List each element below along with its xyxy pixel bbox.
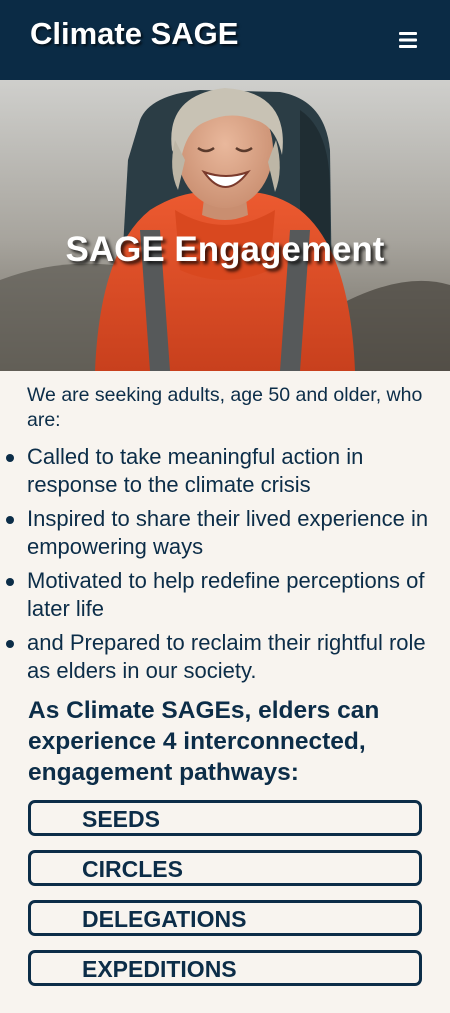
pathway-button-expeditions[interactable]: EXPEDITIONS	[28, 950, 422, 986]
qualities-list: Called to take meaningful action in resp…	[0, 443, 450, 685]
site-logo[interactable]: Climate SAGE	[30, 16, 238, 52]
top-navigation-bar: Climate SAGE	[0, 0, 450, 80]
list-item: and Prepared to reclaim their rightful r…	[0, 629, 450, 685]
hero-banner: SAGE Engagement	[0, 80, 450, 371]
main-content: We are seeking adults, age 50 and older,…	[0, 383, 450, 1000]
pathway-button-delegations[interactable]: DELEGATIONS	[28, 900, 422, 936]
pathways-heading: As Climate SAGEs, elders can experience …	[28, 697, 380, 786]
page-title: SAGE Engagement	[65, 230, 385, 269]
intro-text: We are seeking adults, age 50 and older,…	[27, 384, 423, 431]
pathways-list: SEEDS CIRCLES DELEGATIONS EXPEDITIONS	[0, 800, 450, 986]
list-item: Motivated to help redefine perceptions o…	[0, 567, 450, 623]
list-item: Inspired to share their lived experience…	[0, 505, 450, 561]
pathway-button-circles[interactable]: CIRCLES	[28, 850, 422, 886]
hero-image	[0, 80, 450, 371]
hamburger-menu-button[interactable]	[390, 22, 426, 58]
hamburger-menu-icon	[399, 32, 417, 48]
list-item: Called to take meaningful action in resp…	[0, 443, 450, 499]
pathway-button-seeds[interactable]: SEEDS	[28, 800, 422, 836]
